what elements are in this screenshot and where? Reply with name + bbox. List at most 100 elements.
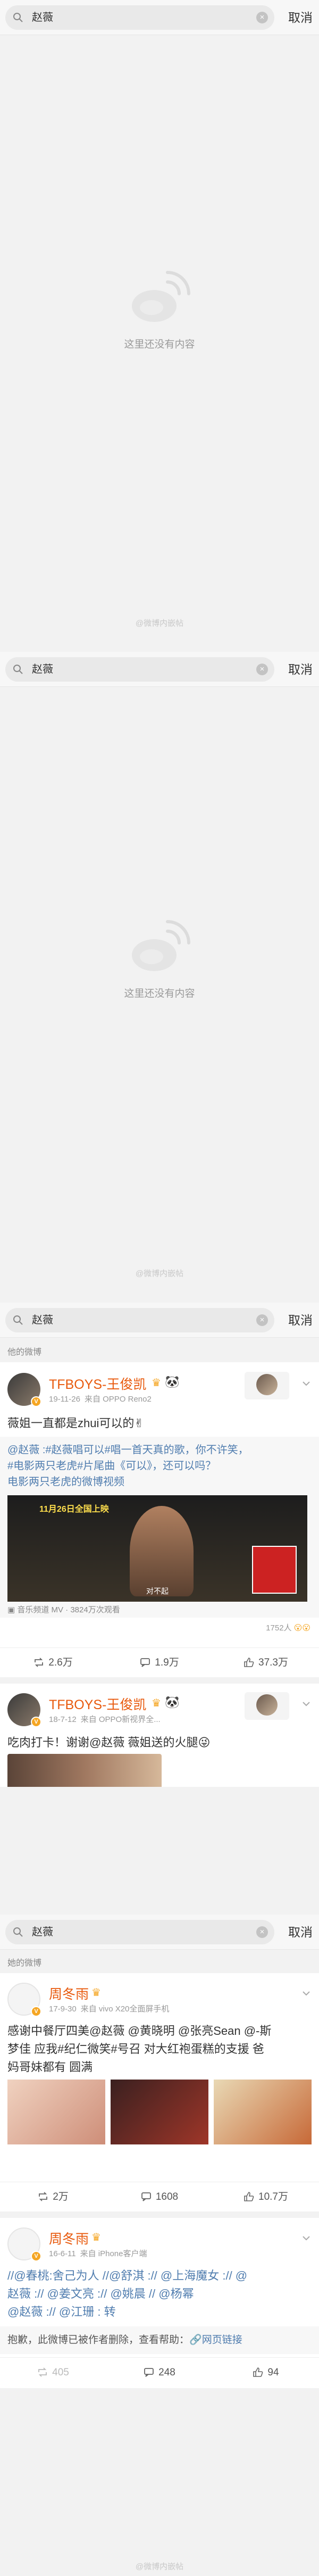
search-icon (13, 665, 23, 674)
section-title: 他的微博 (0, 1343, 319, 1362)
quoted-text-line[interactable]: #电影两只老虎#片尾曲《可以》，还可以吗？ (7, 1458, 312, 1474)
cancel-button[interactable]: 取消 (288, 0, 313, 35)
quoted-post[interactable]: @赵薇 :#赵薇唱可以#唱一首天真的歌，你不许笑， #电影两只老虎#片尾曲《可以… (0, 1437, 319, 1618)
reaction-summary[interactable]: 1752人 😮😮 (266, 1622, 310, 1633)
post-card[interactable]: V TFBOYS-王俊凯 ♛ 🐼 19-11-26 来自 OPPO Reno2 薇… (0, 1362, 319, 1647)
vip-crown-icon: ♛ (91, 1987, 101, 1999)
search-query: 赵薇 (32, 664, 53, 675)
search-input[interactable]: 赵薇 × (5, 5, 274, 30)
chevron-down-icon[interactable] (301, 2233, 312, 2243)
search-bar: 赵薇 × 取消 (0, 1915, 319, 1950)
video-thumbnail[interactable]: 11月26日全国上映 对不起 (7, 1495, 307, 1602)
deleted-notice: 抱歉，此微博已被作者删除，查看帮助：🔗网页链接 (0, 2326, 319, 2354)
user-card-badge (245, 1692, 289, 1720)
chevron-down-icon[interactable] (301, 1378, 312, 1389)
post-text: 吃肉打卡！谢谢@赵薇 薇姐送的火腿😜 (7, 1736, 211, 1749)
comment-button[interactable]: 248 (106, 2358, 213, 2388)
verified-badge: V (31, 1717, 41, 1727)
video-subtitle: 对不起 (146, 1587, 169, 1595)
post-card[interactable]: V 周冬雨 ♛ 16-6-11 来自 iPhone客户端 //@春桃:舍己为人 /… (0, 2218, 319, 2388)
clear-icon[interactable]: × (256, 12, 268, 23)
vip-crown-icon: ♛ (152, 1697, 161, 1709)
watermark: @微博内嵌帖 (135, 619, 184, 628)
post-text-line: 梦佳 应我#纪仁微笑#号召 对大红袍蛋糕的支援 爸 (7, 2042, 264, 2056)
vip-crown-icon: ♛ (152, 1377, 161, 1389)
post-time: 17-9-30 (49, 2005, 77, 2014)
username[interactable]: 周冬雨 (49, 2229, 89, 2248)
verified-badge: V (31, 2006, 41, 2017)
search-bar: 赵薇 × 取消 (0, 652, 319, 687)
post-source: 来自 OPPO新视界全... (80, 1715, 161, 1724)
chevron-down-icon[interactable] (301, 1988, 312, 1999)
search-input[interactable]: 赵薇 × (5, 1920, 274, 1944)
post-text: 薇姐一直都是zhui可以的✌ (7, 1417, 144, 1430)
username[interactable]: TFBOYS-王俊凯 (49, 1374, 146, 1393)
search-input[interactable]: 赵薇 × (5, 1308, 274, 1332)
post-meta: 19-11-26 来自 OPPO Reno2 (49, 1393, 152, 1404)
post-text-line: 妈哥妹都有 圆满 (7, 2060, 93, 2074)
post-text-line: 感谢中餐厅四美@赵薇 @黄晓明 @张亮Sean @-斯 (7, 2024, 272, 2037)
post-time: 16-6-11 (49, 2249, 76, 2258)
search-bar: 赵薇 × 取消 (0, 1303, 319, 1338)
panda-icon: 🐼 (165, 1695, 180, 1709)
chevron-down-icon[interactable] (301, 1699, 312, 1709)
post-text-line[interactable]: 赵薇 :// @姜文亮 :// @姚晨 // @杨幂 (7, 2285, 312, 2303)
empty-state: 这里还没有内容 (0, 266, 319, 351)
empty-message: 这里还没有内容 (124, 988, 195, 999)
search-icon (13, 1927, 23, 1937)
watermark: @微博内嵌帖 (135, 2562, 184, 2571)
quoted-text-line[interactable]: @赵薇 :#赵薇唱可以#唱一首天真的歌，你不许笑， (7, 1442, 312, 1458)
search-icon (13, 1315, 23, 1325)
clear-icon[interactable]: × (256, 664, 268, 675)
username[interactable]: 周冬雨 (49, 1984, 89, 2003)
post-text-line[interactable]: //@春桃:舍己为人 //@舒淇 :// @上海魔女 :// @ (7, 2267, 312, 2285)
verified-badge: V (31, 2251, 41, 2262)
comment-button[interactable]: 1608 (106, 2182, 213, 2212)
post-meta: 17-9-30 来自 vivo X20全面屏手机 (49, 2003, 169, 2014)
empty-state-icon (132, 271, 190, 322)
like-button[interactable]: 10.7万 (213, 2182, 319, 2212)
panda-icon: 🐼 (165, 1375, 180, 1388)
search-bar: 赵薇 × 取消 (0, 0, 319, 35)
empty-state-icon (132, 920, 190, 971)
like-button[interactable]: 94 (213, 2358, 319, 2388)
like-button[interactable]: 37.3万 (213, 1648, 319, 1678)
username[interactable]: TFBOYS-王俊凯 (49, 1694, 146, 1713)
post-actions: 2万 1608 10.7万 (0, 2182, 319, 2211)
user-card-badge (245, 1372, 289, 1399)
post-image[interactable] (7, 1754, 162, 1787)
post-card[interactable]: V 周冬雨 ♛ 17-9-30 来自 vivo X20全面屏手机 感谢中餐厅四美@… (0, 1973, 319, 2177)
search-input[interactable]: 赵薇 × (5, 657, 274, 682)
video-person (130, 1506, 194, 1596)
post-source: 来自 vivo X20全面屏手机 (80, 2005, 170, 2014)
vip-crown-icon: ♛ (91, 2232, 101, 2243)
clear-icon[interactable]: × (256, 1314, 268, 1326)
cancel-button[interactable]: 取消 (288, 1303, 313, 1338)
comment-button[interactable]: 1.9万 (106, 1648, 213, 1678)
watermark: @微博内嵌帖 (135, 1269, 184, 1278)
section-title: 她的微博 (0, 1954, 319, 1973)
quoted-text-line[interactable]: 电影两只老虎的微博视频 (7, 1474, 312, 1490)
post-card[interactable]: V TFBOYS-王俊凯 ♛ 🐼 18-7-12 来自 OPPO新视界全... 吃… (0, 1684, 319, 1787)
cancel-button[interactable]: 取消 (288, 1915, 313, 1950)
empty-message: 这里还没有内容 (124, 339, 195, 350)
post-time: 18-7-12 (49, 1715, 77, 1724)
post-text-line[interactable]: @赵薇 :// @江珊 : 转 (7, 2303, 312, 2321)
search-query: 赵薇 (32, 1314, 53, 1326)
verified-badge: V (31, 1396, 41, 1407)
repost-button[interactable]: 2.6万 (0, 1648, 106, 1678)
cancel-button[interactable]: 取消 (288, 652, 313, 687)
post-time: 19-11-26 (49, 1395, 80, 1404)
post-source: 来自 OPPO Reno2 (84, 1395, 152, 1404)
clear-icon[interactable]: × (256, 1926, 268, 1938)
search-query: 赵薇 (32, 1926, 53, 1938)
post-meta: 18-7-12 来自 OPPO新视界全... (49, 1713, 161, 1725)
repost-button[interactable]: 2万 (0, 2182, 106, 2212)
post-actions: 2.6万 1.9万 37.3万 (0, 1647, 319, 1677)
search-query: 赵薇 (32, 12, 53, 23)
repost-button[interactable]: 405 (0, 2358, 106, 2388)
web-link[interactable]: 🔗网页链接 (189, 2334, 242, 2346)
search-icon (13, 13, 23, 22)
empty-state: 这里还没有内容 (0, 915, 319, 1000)
video-overlay-title: 11月26日全国上映 (39, 1505, 109, 1514)
